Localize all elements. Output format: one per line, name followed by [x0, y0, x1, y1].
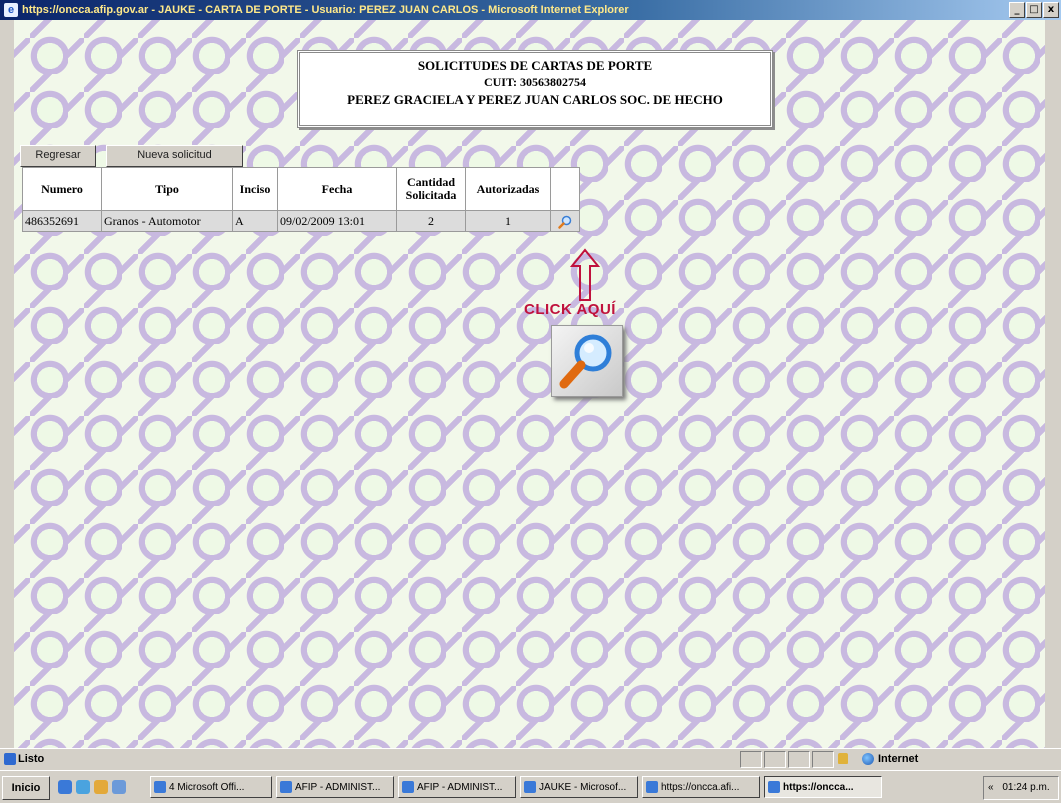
table-header-row: Numero Tipo Inciso Fecha Cantidad Solici…: [22, 167, 580, 211]
magnifier-enlarged-icon: [551, 325, 623, 397]
ie-window-icon: [646, 781, 658, 793]
clock: 01:24 p.m.: [1002, 782, 1050, 793]
column-header-inciso: Inciso: [232, 167, 278, 211]
ie-window-icon: [280, 781, 292, 793]
system-tray: « 01:24 p.m.: [983, 776, 1059, 800]
requests-table: Numero Tipo Inciso Fecha Cantidad Solici…: [22, 167, 580, 232]
tray-expand-icon[interactable]: «: [988, 782, 994, 793]
internet-explorer-icon: e: [4, 3, 18, 17]
quicklaunch-folder-icon[interactable]: [112, 780, 126, 794]
status-pane: [740, 751, 762, 768]
column-header-cantidad-line1: Cantidad: [406, 175, 456, 189]
view-details-magnifier-icon[interactable]: [558, 215, 572, 229]
page-content: SOLICITUDES DE CARTAS DE PORTE CUIT: 305…: [14, 20, 1045, 748]
minimize-button[interactable]: _: [1009, 2, 1025, 18]
status-pane: [764, 751, 786, 768]
column-header-action: [550, 167, 580, 211]
page-status-icon: [4, 753, 16, 765]
status-pane: [812, 751, 834, 768]
page-title: SOLICITUDES DE CARTAS DE PORTE: [417, 58, 653, 73]
taskbar-item-oncca-active[interactable]: https://oncca...: [764, 776, 882, 798]
status-bar: Listo Internet: [0, 748, 1061, 769]
taskbar-item-oncca-1[interactable]: https://oncca.afi...: [642, 776, 760, 798]
column-header-autorizadas: Autorizadas: [465, 167, 551, 211]
status-text: Listo: [18, 753, 45, 765]
status-pane: [788, 751, 810, 768]
vertical-scrollbar[interactable]: [1044, 20, 1061, 748]
cell-cantidad: 2: [396, 210, 466, 232]
ie-window-icon: [402, 781, 414, 793]
cell-inciso: A: [232, 210, 278, 232]
office-window-icon: [154, 781, 166, 793]
quicklaunch-desktop-icon[interactable]: [76, 780, 90, 794]
quicklaunch-media-icon[interactable]: [94, 780, 108, 794]
cell-tipo: Granos - Automotor: [101, 210, 233, 232]
cell-autorizadas: 1: [465, 210, 551, 232]
column-header-cantidad: Cantidad Solicitada: [396, 167, 466, 211]
taskbar-item-afip-1[interactable]: AFIP - ADMINIST...: [276, 776, 394, 798]
up-arrow-annotation: [569, 248, 601, 301]
taskbar: Inicio 4 Microsoft Offi... AFIP - ADMINI…: [0, 770, 1061, 803]
table-row: 486352691 Granos - Automotor A 09/02/200…: [22, 210, 580, 232]
taskbar-item-office[interactable]: 4 Microsoft Offi...: [150, 776, 272, 798]
window-title-bar: e https://oncca.afip.gov.ar - JAUKE - CA…: [0, 0, 1061, 20]
back-button[interactable]: Regresar: [20, 145, 96, 167]
ie-window-icon: [524, 781, 536, 793]
cell-fecha: 09/02/2009 13:01: [277, 210, 397, 232]
cell-numero: 486352691: [22, 210, 102, 232]
window-title: https://oncca.afip.gov.ar - JAUKE - CART…: [22, 4, 629, 16]
cell-view: [550, 210, 580, 232]
ie-window-icon: [768, 781, 780, 793]
column-header-numero: Numero: [22, 167, 102, 211]
column-header-fecha: Fecha: [277, 167, 397, 211]
column-header-cantidad-line2: Solicitada: [405, 188, 457, 202]
window-frame-left: [0, 20, 15, 748]
internet-zone-globe-icon: [862, 753, 874, 765]
cuit-label: CUIT: 30563802754: [483, 75, 587, 89]
new-request-button[interactable]: Nueva solicitud: [106, 145, 243, 167]
start-button[interactable]: Inicio: [2, 776, 50, 800]
quicklaunch-ie-icon[interactable]: [58, 780, 72, 794]
security-zone: Internet: [878, 753, 919, 765]
taskbar-item-jauke[interactable]: JAUKE - Microsof...: [520, 776, 638, 798]
column-header-tipo: Tipo: [101, 167, 233, 211]
maximize-button[interactable]: □: [1026, 2, 1042, 18]
close-button[interactable]: x: [1043, 2, 1059, 18]
company-name: PEREZ GRACIELA Y PEREZ JUAN CARLOS SOC. …: [347, 92, 723, 107]
taskbar-item-afip-2[interactable]: AFIP - ADMINIST...: [398, 776, 516, 798]
page-header: SOLICITUDES DE CARTAS DE PORTE CUIT: 305…: [297, 50, 773, 128]
lock-icon: [838, 753, 848, 764]
window-controls: _ □ x: [1009, 2, 1059, 18]
click-here-label: CLICK AQUÍ: [524, 301, 616, 318]
